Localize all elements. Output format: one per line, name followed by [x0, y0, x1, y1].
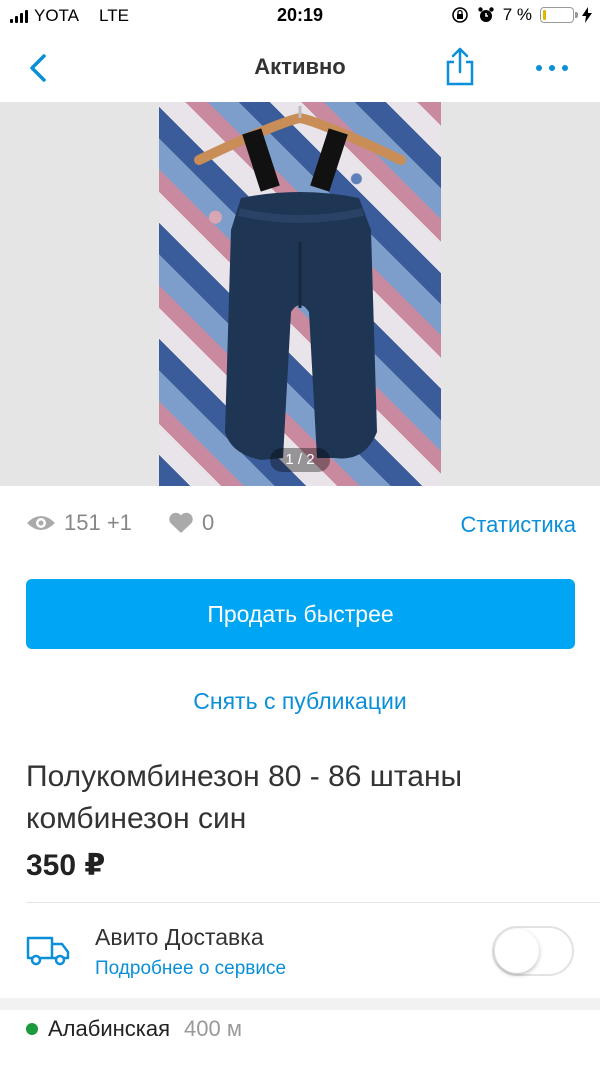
metro-line-icon: [26, 1023, 38, 1035]
views-count: 151 +1: [64, 510, 132, 535]
item-price: 350 ₽: [26, 849, 106, 882]
share-button[interactable]: [440, 46, 480, 88]
truck-icon: [26, 936, 70, 966]
sell-faster-button[interactable]: Продать быстрее: [26, 579, 575, 649]
toggle-knob: [495, 929, 539, 973]
item-photo[interactable]: [159, 102, 441, 486]
delivery-title: Авито Доставка: [95, 924, 264, 950]
metro-location: Алабинская 400 м: [26, 1016, 242, 1042]
photo-gallery[interactable]: 1 / 2: [0, 102, 600, 486]
unpublish-link[interactable]: Снять с публикации: [0, 688, 600, 715]
metro-distance: 400 м: [184, 1016, 242, 1041]
heart-icon: [169, 512, 193, 533]
item-title: Полукомбинезон 80 - 86 штаны комбинезон …: [26, 760, 463, 835]
favorites-stat: 0: [168, 510, 214, 536]
page-title: Активно: [254, 54, 346, 79]
stats-row: 151 +1 0 Статистика: [26, 508, 576, 542]
eye-icon: [27, 516, 55, 530]
more-dot: [549, 65, 555, 71]
overalls-image: [194, 106, 406, 460]
status-bar: YOTA LTE 20:19 7 %: [0, 0, 600, 34]
rotation-lock-icon: [451, 7, 468, 23]
metro-station: Алабинская: [48, 1016, 171, 1041]
photo-counter: 1 / 2: [270, 448, 330, 472]
section-separator: [0, 998, 600, 1010]
more-dot: [562, 65, 568, 71]
alarm-icon: [478, 7, 494, 22]
more-dots-icon: [536, 65, 542, 71]
favorites-count: 0: [202, 510, 215, 535]
delivery-section: Авито Доставка Подробнее о сервисе: [0, 902, 600, 998]
nav-bar: Активно: [0, 34, 600, 102]
delivery-toggle[interactable]: [492, 926, 574, 976]
more-button[interactable]: [528, 56, 576, 80]
views-stat: 151 +1: [26, 510, 132, 536]
charging-bolt-icon: [582, 7, 592, 23]
status-right: 7 %: [451, 5, 592, 25]
share-icon: [446, 47, 474, 86]
battery-percent: 7 %: [502, 5, 532, 24]
statistics-link[interactable]: Статистика: [460, 512, 576, 538]
delivery-info-link[interactable]: Подробнее о сервисе: [95, 958, 286, 980]
battery-icon: [540, 7, 578, 23]
